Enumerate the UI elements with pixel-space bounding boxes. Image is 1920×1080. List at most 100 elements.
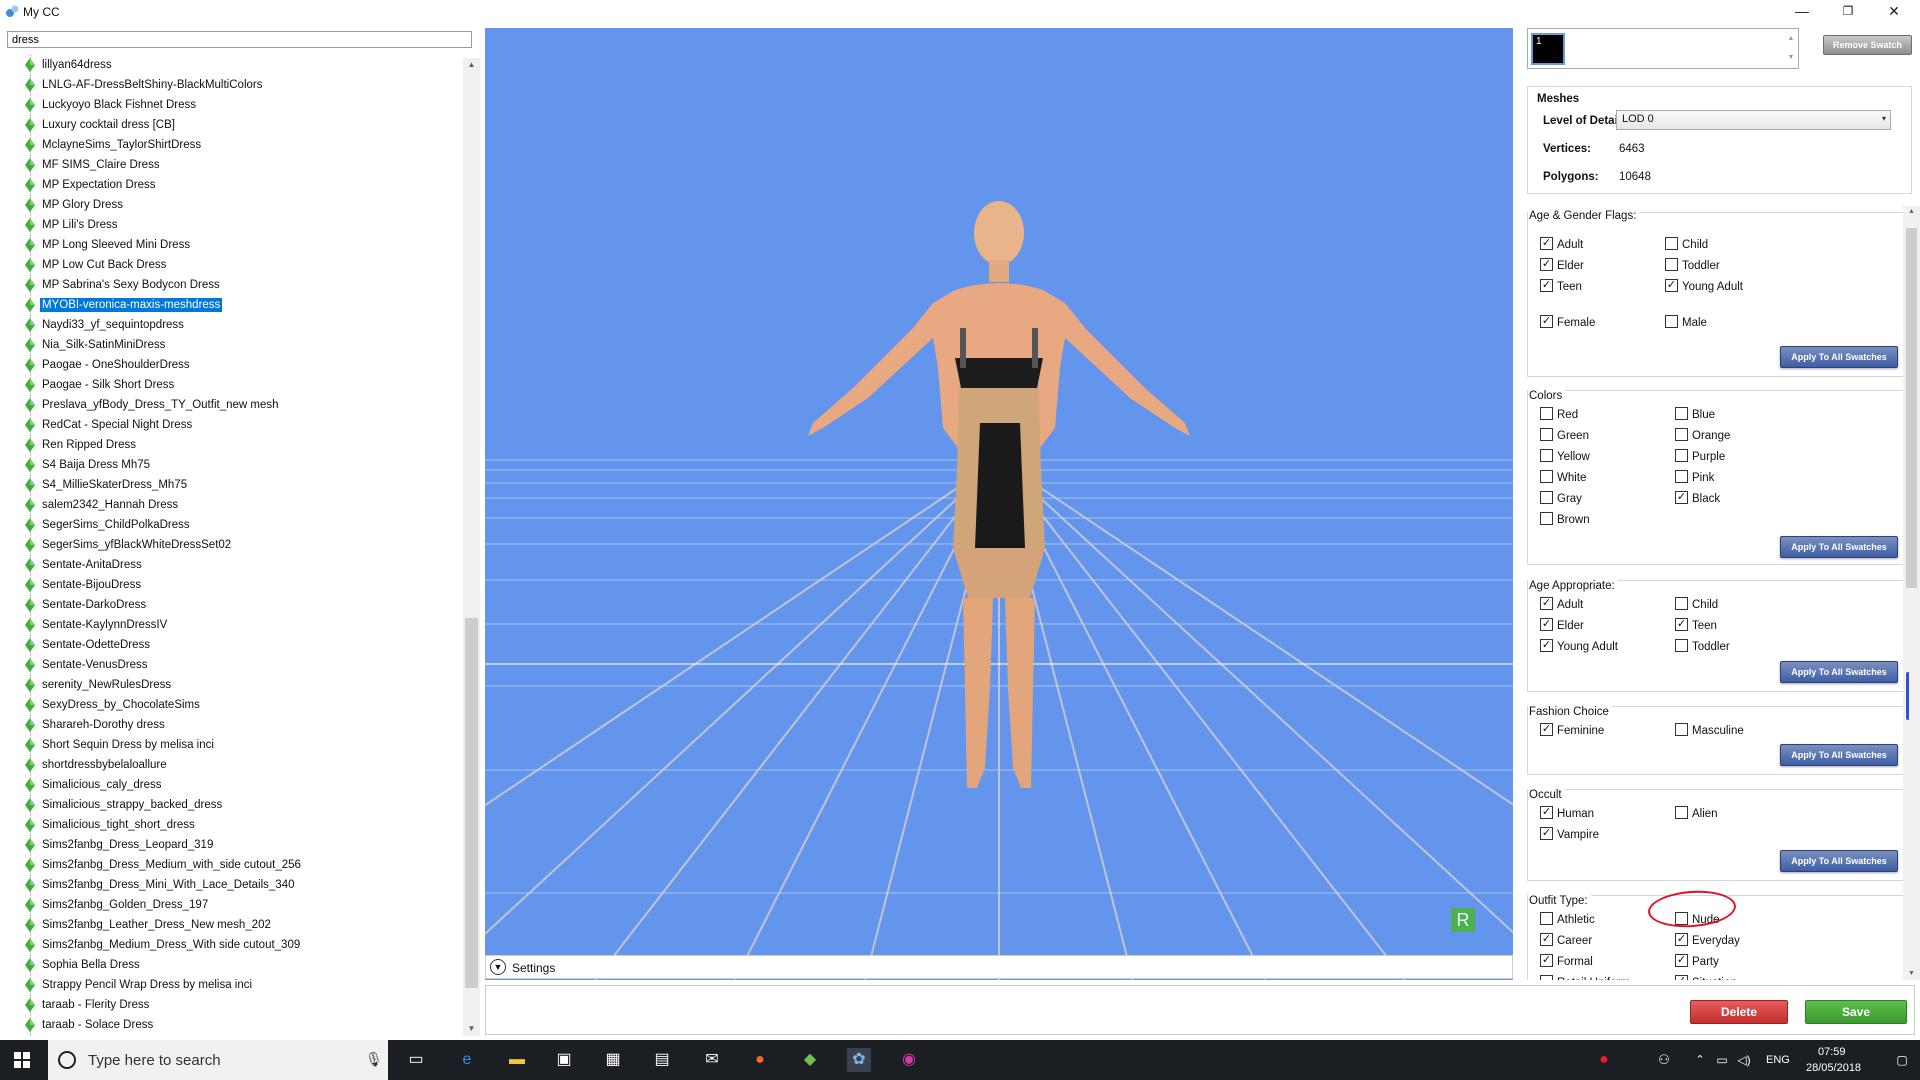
tree-item[interactable]: Sentate-AnitaDress [25,555,144,575]
colors-checkbox[interactable]: Brown [1540,512,1590,528]
tree-item[interactable]: Sentate-BijouDress [25,575,143,595]
tree-item[interactable]: Sims2fanbg_Golden_Dress_197 [25,895,210,915]
colors-checkbox[interactable]: Pink [1675,470,1714,486]
tree-item[interactable]: Paogae - Silk Short Dress [25,375,176,395]
microphone-icon[interactable]: 🎙 [365,1051,383,1068]
network-icon[interactable]: ▭ [1710,1048,1734,1072]
checkbox-box[interactable]: ✓ [1540,618,1553,632]
tree-item[interactable]: Sims2fanbg_Dress_Leopard_319 [25,835,215,855]
chevron-down-icon[interactable]: ▼ [490,959,506,975]
tree-item[interactable]: SegerSims_yfBlackWhiteDressSet02 [25,535,233,555]
taskbar-search[interactable]: Type here to search 🎙 [48,1040,388,1080]
checkbox-box[interactable] [1665,258,1678,272]
fashion-checkbox[interactable]: ✓ Feminine [1540,723,1604,739]
checkbox-box[interactable] [1675,470,1688,484]
checkbox-box[interactable]: ✓ [1540,827,1553,841]
tree-item[interactable]: S4_MillieSkaterDress_Mh75 [25,475,189,495]
lod-select[interactable]: LOD 0 ▾ [1616,110,1891,130]
tree-item[interactable]: MP Expectation Dress [25,175,158,195]
fashion-checkbox[interactable]: Masculine [1675,723,1744,739]
tree-item[interactable]: Simalicious_caly_dress [25,775,164,795]
age-appropriate-checkbox[interactable]: ✓ Elder [1540,618,1584,634]
tree-item[interactable]: Sims2fanbg_Leather_Dress_New mesh_202 [25,915,273,935]
file-explorer-icon[interactable]: ▬ [505,1048,529,1072]
windows-start-icon[interactable] [14,1052,30,1068]
scroll-down-arrow-icon[interactable]: ▼ [1903,968,1920,980]
tree-item[interactable]: LNLG-AF-DressBeltShiny-BlackMultiColors [25,75,264,95]
outfit-checkbox[interactable]: ✓ Formal [1540,954,1593,970]
age-gender-checkbox[interactable]: ✓ Young Adult [1665,279,1743,295]
edge-icon[interactable]: e [455,1048,479,1072]
settings-bar[interactable]: ▼ Settings [485,955,1513,979]
tree-item[interactable]: MP Long Sleeved Mini Dress [25,235,192,255]
scroll-up-arrow-icon[interactable]: ▲ [1903,206,1920,218]
scroll-down-arrow-icon[interactable]: ▼ [463,1022,480,1036]
outfit-checkbox[interactable]: ✓ Party [1675,954,1719,970]
age-appropriate-checkbox[interactable]: Child [1675,597,1718,613]
origin-icon[interactable]: ● [748,1048,772,1072]
checkbox-box[interactable] [1675,806,1688,820]
age-gender-checkbox[interactable]: ✓ Elder [1540,258,1584,274]
tree-item[interactable]: Sentate-OdetteDress [25,635,152,655]
tree-item[interactable]: SexyDress_by_ChocolateSims [25,695,202,715]
mycc-app-icon[interactable]: ✿ [847,1048,871,1072]
age-appropriate-checkbox[interactable]: ✓ Young Adult [1540,639,1618,655]
tree-item[interactable]: Sims2fanbg_Dress_Medium_with_side cutout… [25,855,303,875]
tree-item[interactable]: Preslava_yfBody_Dress_TY_Outfit_new mesh [25,395,281,415]
checkbox-box[interactable]: ✓ [1675,954,1688,968]
colors-checkbox[interactable]: Blue [1675,407,1715,423]
apply-colors-button[interactable]: Apply To All Swatches [1780,536,1898,558]
tree-item[interactable]: Simalicious_tight_short_dress [25,815,197,835]
tree-item[interactable]: Luckyoyo Black Fishnet Dress [25,95,198,115]
tree-item[interactable]: Simalicious_strappy_backed_dress [25,795,224,815]
colors-checkbox[interactable]: ✓ Black [1675,491,1720,507]
minimize-button[interactable]: — [1779,0,1825,24]
checkbox-box[interactable] [1665,237,1678,251]
checkbox-box[interactable] [1675,407,1688,421]
notifications-icon[interactable]: ▢ [1890,1048,1914,1072]
calendar-icon[interactable]: ▤ [650,1048,674,1072]
clock-time[interactable]: 07:59 [1818,1046,1846,1058]
outfit-checkbox[interactable]: ✓ Career [1540,933,1592,949]
age-gender-checkbox[interactable]: Male [1665,315,1707,331]
checkbox-box[interactable] [1540,449,1553,463]
tree-item[interactable]: Short Sequin Dress by melisa inci [25,735,216,755]
age-gender-checkbox[interactable]: ✓ Female [1540,315,1595,331]
age-gender-checkbox[interactable]: Child [1665,237,1708,253]
checkbox-box[interactable] [1540,491,1553,505]
search-input[interactable] [7,31,472,48]
scroll-up-arrow-icon[interactable]: ▲ [463,58,480,72]
occult-checkbox[interactable]: ✓ Human [1540,806,1594,822]
tree-item[interactable]: S4 Baija Dress Mh75 [25,455,152,475]
checkbox-box[interactable]: ✓ [1540,954,1553,968]
people-icon[interactable]: ⚇ [1652,1048,1676,1072]
checkbox-box[interactable]: ✓ [1540,933,1553,947]
tree-item[interactable]: Strappy Pencil Wrap Dress by melisa inci [25,975,254,995]
checkbox-box[interactable] [1675,723,1688,737]
occult-checkbox[interactable]: Alien [1675,806,1718,822]
checkbox-box[interactable]: ✓ [1540,806,1553,820]
tree-item[interactable]: lillyan64dress [25,55,114,75]
calculator-icon[interactable]: ▦ [601,1048,625,1072]
checkbox-box[interactable] [1540,912,1553,926]
age-gender-checkbox[interactable]: ✓ Adult [1540,237,1583,253]
tree-item[interactable]: Sentate-KaylynnDressIV [25,615,169,635]
swatch-list[interactable]: 1 ▲ ▼ [1527,28,1799,69]
tree-item[interactable]: Naydi33_yf_sequintopdress [25,315,186,335]
outfit-checkbox[interactable]: Athletic [1540,912,1595,928]
tree-item[interactable]: MYOBI-veronica-maxis-meshdress [25,295,223,315]
tree-item[interactable]: Sentate-DarkoDress [25,595,148,615]
swatch-scroll[interactable]: ▲ ▼ [1784,29,1798,68]
checkbox-box[interactable] [1540,975,1553,980]
tray-app-icon[interactable]: ● [1592,1048,1616,1072]
checkbox-box[interactable]: ✓ [1675,933,1688,947]
tree-item[interactable]: serenity_NewRulesDress [25,675,173,695]
close-button[interactable]: ✕ [1871,0,1917,24]
swatch-item[interactable]: 1 [1531,33,1565,65]
colors-checkbox[interactable]: Orange [1675,428,1730,444]
tree-item[interactable]: Nia_Silk-SatinMiniDress [25,335,167,355]
age-gender-checkbox[interactable]: Toddler [1665,258,1720,274]
tree-item[interactable]: SegerSims_ChildPolkaDress [25,515,192,535]
checkbox-box[interactable]: ✓ [1540,723,1553,737]
checkbox-box[interactable] [1540,407,1553,421]
